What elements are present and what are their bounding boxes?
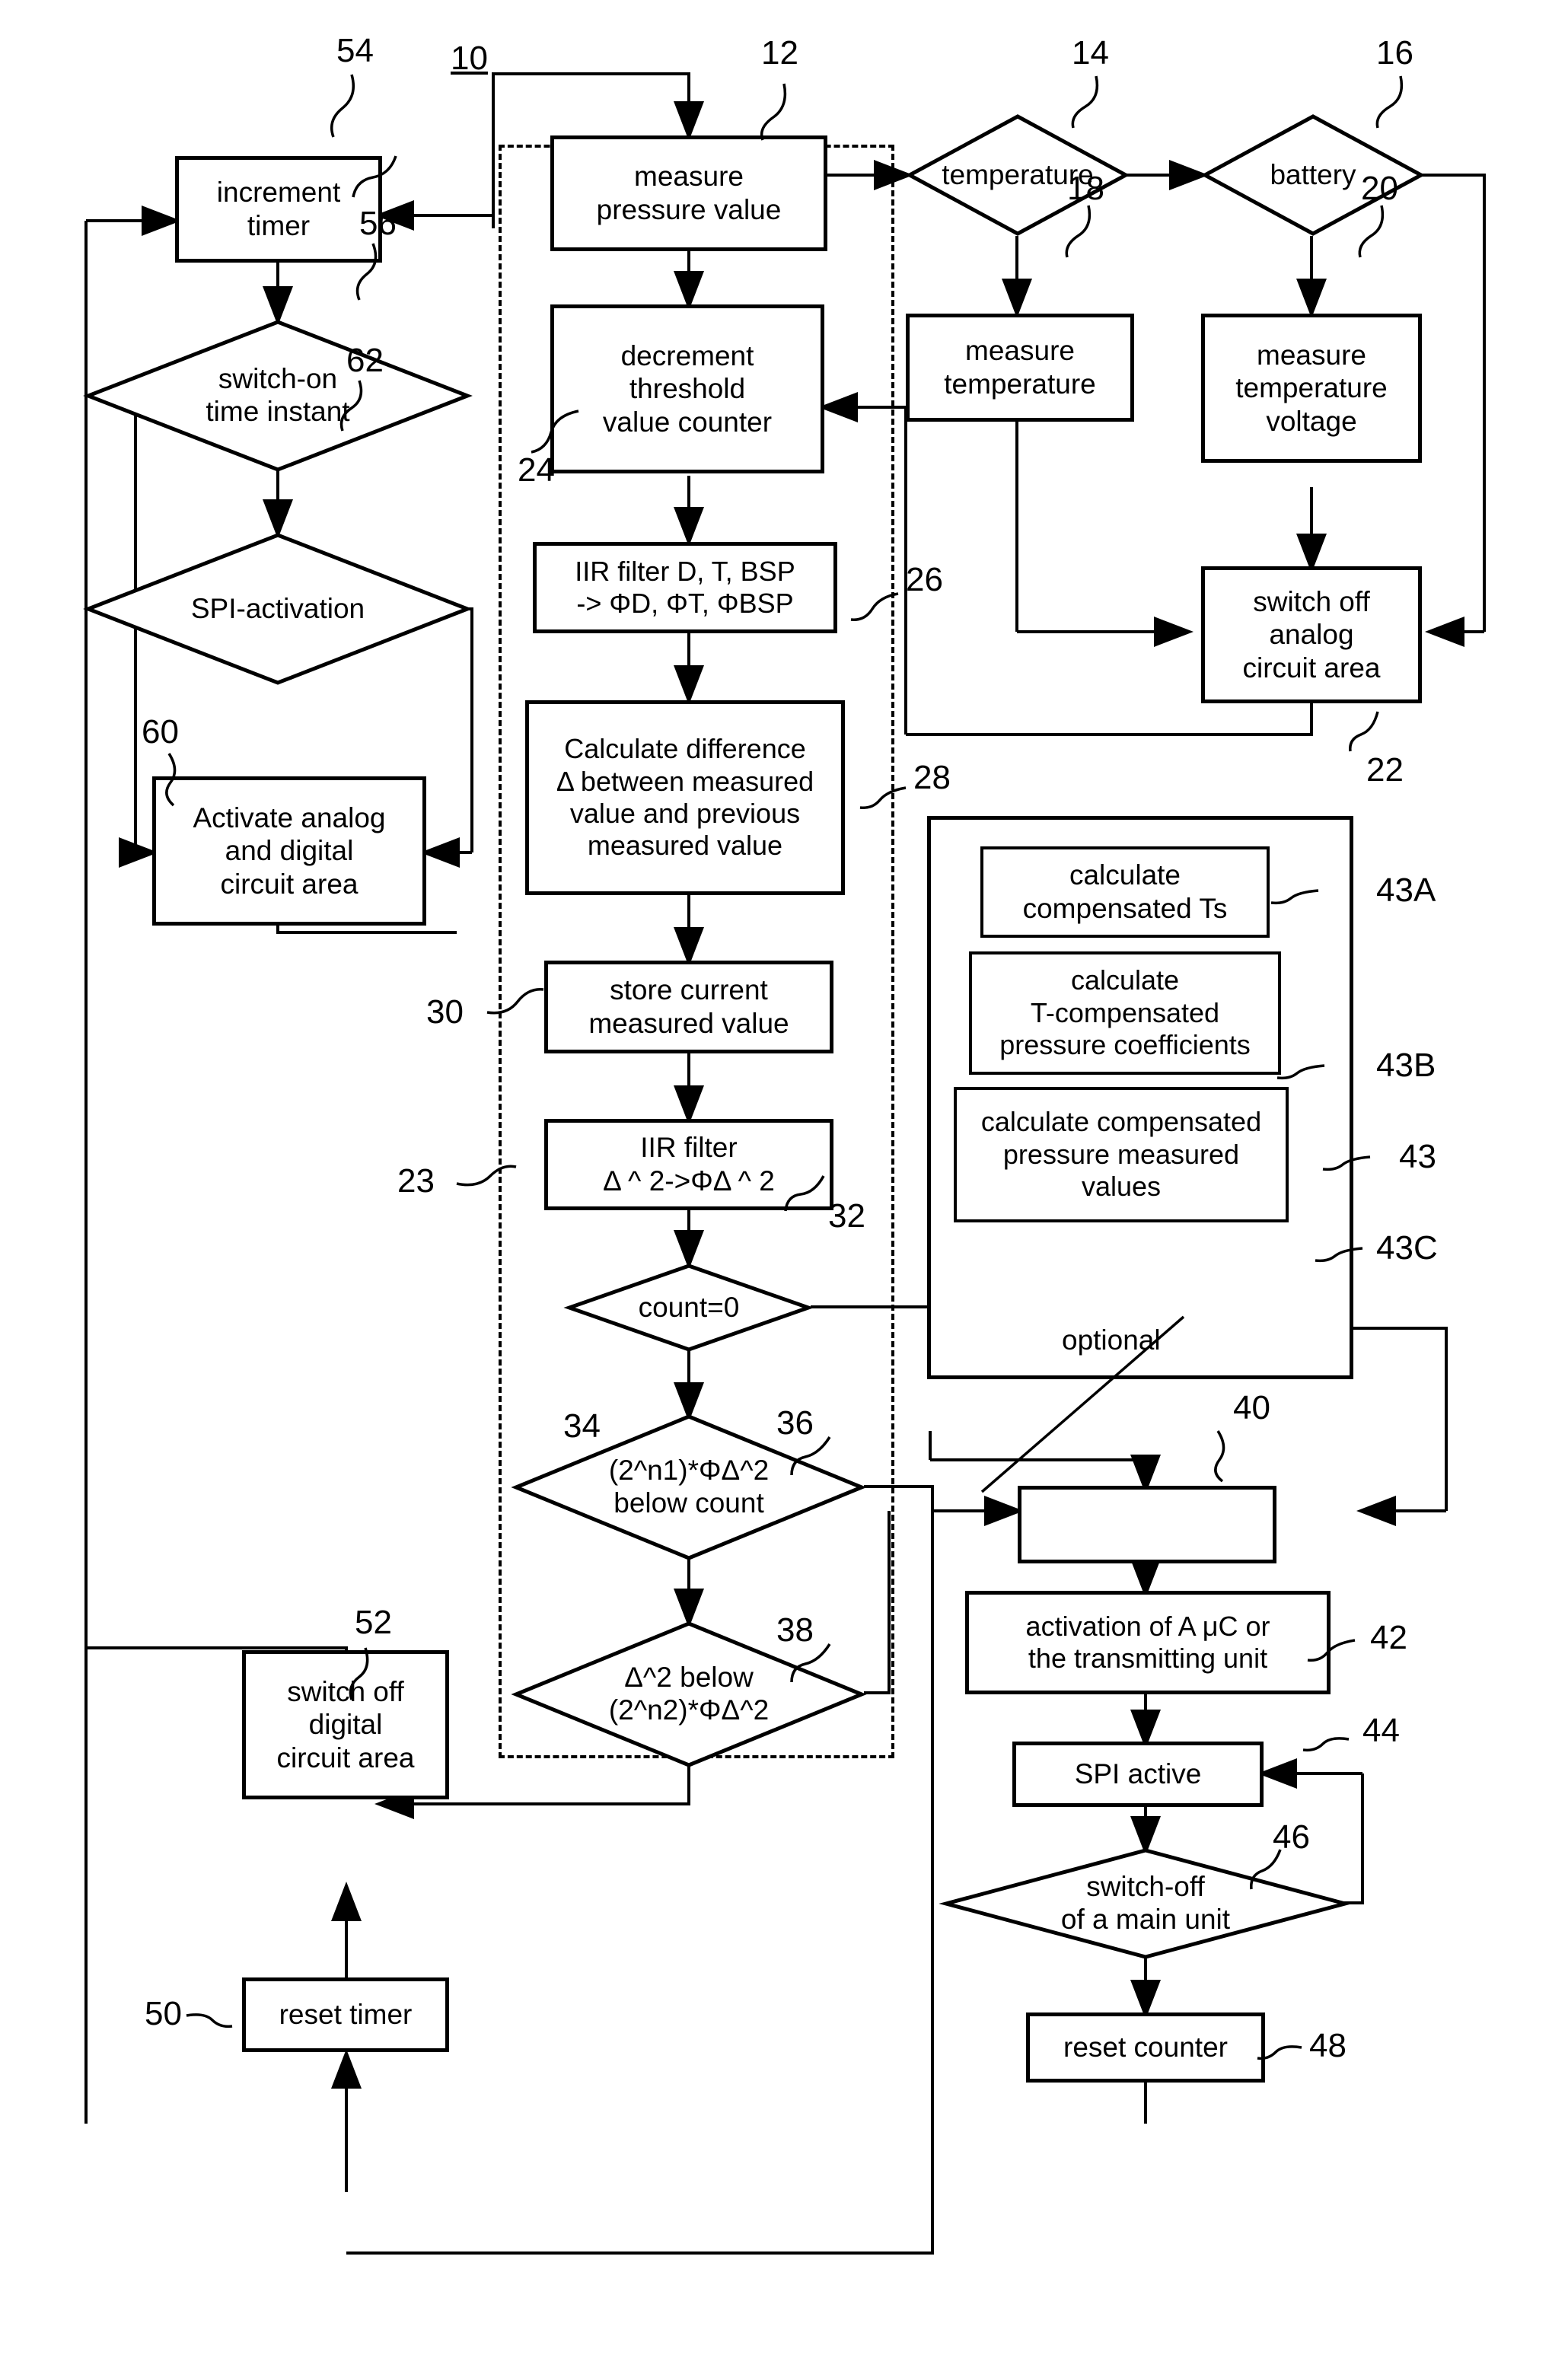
ref-28: 28 bbox=[913, 759, 951, 796]
ref-44: 44 bbox=[1362, 1712, 1400, 1749]
ref-12: 12 bbox=[761, 34, 798, 72]
ref-40: 40 bbox=[1233, 1389, 1270, 1426]
ref-20: 20 bbox=[1361, 170, 1398, 207]
ref-30: 30 bbox=[426, 993, 464, 1031]
ref-14: 14 bbox=[1072, 34, 1109, 72]
ref-24: 24 bbox=[518, 451, 555, 489]
ref-50: 50 bbox=[145, 1995, 182, 2032]
ref-22: 22 bbox=[1366, 751, 1404, 789]
ref-43C: 43C bbox=[1376, 1229, 1438, 1267]
ref-36: 36 bbox=[776, 1404, 814, 1442]
ref-52: 52 bbox=[355, 1604, 392, 1641]
ref-62: 62 bbox=[346, 342, 384, 379]
ref-42: 42 bbox=[1370, 1619, 1407, 1656]
figure-id-label: 10 bbox=[451, 40, 488, 77]
ref-32: 32 bbox=[828, 1197, 865, 1235]
ref-56: 56 bbox=[359, 205, 397, 242]
ref-26: 26 bbox=[906, 561, 943, 598]
ref-34: 34 bbox=[563, 1407, 601, 1445]
ref-23: 23 bbox=[397, 1162, 435, 1200]
reference-leader-lines bbox=[165, 74, 1404, 2060]
ref-54: 54 bbox=[336, 32, 374, 69]
ref-43A: 43A bbox=[1376, 872, 1436, 909]
ref-43: 43 bbox=[1399, 1138, 1436, 1175]
ref-16: 16 bbox=[1376, 34, 1413, 72]
ref-60: 60 bbox=[142, 713, 179, 750]
ref-46: 46 bbox=[1273, 1818, 1310, 1856]
patent-flowchart-figure: 10 increment timer 54 switch-on time ins… bbox=[0, 0, 1568, 2371]
ref-18: 18 bbox=[1067, 170, 1104, 207]
ref-43B: 43B bbox=[1376, 1047, 1436, 1084]
ref-38: 38 bbox=[776, 1611, 814, 1649]
ref-48: 48 bbox=[1309, 2027, 1347, 2064]
